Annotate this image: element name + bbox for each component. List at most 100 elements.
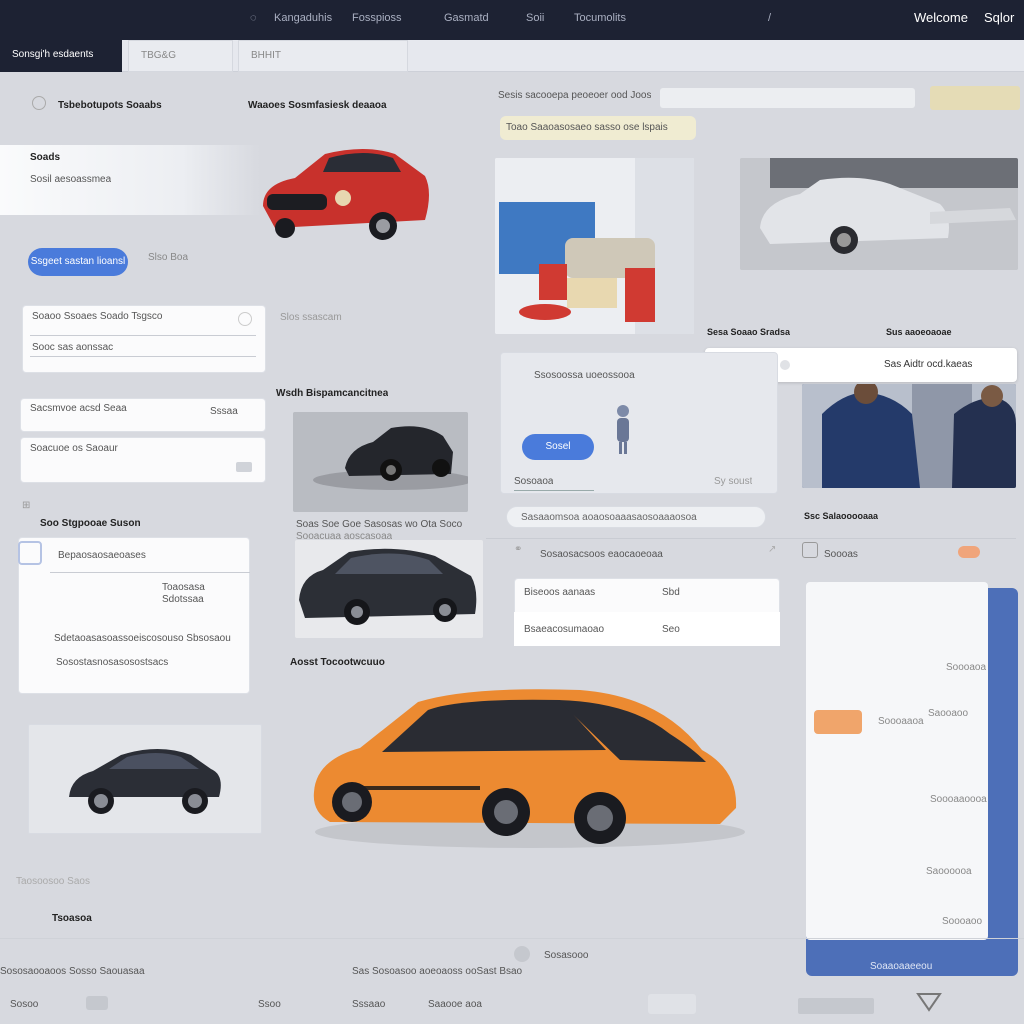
silver-sedan-image[interactable] [740,158,1018,270]
footer-left-b: Tsoasoa [52,913,92,924]
side-item-3[interactable]: Saooaoo [928,708,968,719]
notify-icon: ⚭ [514,544,523,555]
input-card-2-label: Soacuoe os Saoaur [30,443,118,454]
slot-text: Ssosoossa uoeossooa [534,370,635,381]
form-row-2: Sooc sas aonssac [32,342,114,353]
table-row-1-label: Biseoos aanaas [524,587,596,598]
red-car-image[interactable] [255,140,435,250]
badge-icon [958,546,980,558]
table-row-1-value: Sbd [662,587,680,598]
welcome-link[interactable]: Welcome [914,0,968,40]
side-label: Soooas [824,549,858,560]
side-item-4[interactable]: Soooaaoooa [930,794,987,805]
form-divider-2 [30,356,256,357]
nav-item-1[interactable]: Kangaduhis [274,0,332,40]
bottom-item-1[interactable]: Sososaooaoos Sosso Saouasaa [0,966,145,977]
document-icon [18,541,42,565]
tab-tertiary[interactable]: BHHIT [238,40,408,72]
info-icon [32,96,46,110]
bottom-item-2[interactable]: Sas Sosoasoo aoeoaoss ooSast Bsao [352,966,522,977]
details-a: Toaosasa [162,582,205,593]
label-a: Sesa Soaao Sradsa [707,327,791,337]
list-icon: ⊞ [22,500,31,511]
form-row-1: Soaoo Ssoaes Soado Tsgsco [32,311,163,322]
input-card-1-counter: Sssaa [210,406,238,417]
garage-image[interactable] [495,158,694,334]
bottom-button[interactable] [648,994,696,1014]
toggle-icon[interactable] [236,462,252,472]
details-b: Sdotssaa [162,594,204,605]
caption-a: Soas Soe Goe Sasosas wo Ota Soco [296,519,463,530]
tab-secondary[interactable]: TBG&G [128,40,233,72]
popup-text: Sas Aidtr ocd.kaeas [884,359,973,370]
filter-pill-text: Sasaaomsoa aoaosoaaasaosoaaaosoa [521,512,697,523]
bottom-item-4[interactable]: Sosoo [10,999,38,1010]
bottom-item-5[interactable]: Ssoo [258,999,281,1010]
black-sedan-image[interactable] [295,540,483,638]
section-title: Wsdh Bispamcancitnea [276,388,389,399]
side-item-6[interactable]: Soooaoo [942,916,982,927]
slash-divider-icon: / [768,12,772,24]
confirm-button[interactable]: Sosel [522,434,594,460]
details-c: Sdetaoasasoassoeiscosouso Sbsosaou [54,633,231,644]
side-item-2[interactable]: Soooaaoa [878,716,924,727]
promo-subtitle: Sosil aesoassmea [30,174,112,185]
filter-pill[interactable]: Sasaaomsoa aoaosoaaasaosoaaaosoa [506,506,766,528]
sidebar-panel [806,582,988,940]
bottom-avatar-icon [514,946,530,962]
top-navigation-bar [0,0,1024,40]
status-right: Sy soust [714,476,753,487]
nav-item-2[interactable]: Fosspioss [352,0,402,40]
input-card-1-label: Sacsmvoe acsd Seaa [30,403,127,414]
sidebar-orange-button[interactable] [814,710,862,734]
edit-icon[interactable] [238,312,252,326]
label-b: Sus aaoeoaoae [886,327,952,337]
notify-text: Sosaosacsoos eaocaoeoaa [540,549,663,560]
person-figure-icon [612,404,634,454]
section-divider [486,538,1016,539]
table-row-2-label: Bsaeacosumaoao [524,624,605,635]
popup-dot-icon [780,360,790,370]
bottom-card-icon[interactable] [86,996,108,1010]
bottom-item-6[interactable]: Sssaao [352,999,385,1010]
table-row-2-value: Seo [662,624,680,635]
link-icon[interactable]: ↗ [768,544,776,555]
sedan-thumbnail[interactable] [28,724,262,834]
side-item-5[interactable]: Saoooooa [926,866,972,877]
bottom-item-7[interactable]: Saaooe aoa [428,999,482,1010]
nav-item-5[interactable]: Tocumolits [574,0,626,40]
tab-active[interactable]: Sonsgi'h esdaents [0,40,122,72]
section-b-title: Aosst Tocootwcuuo [290,657,385,668]
nav-item-4[interactable]: Soii [526,0,544,40]
side-item-1[interactable]: Soooaoa [946,662,986,673]
bottom-item-3[interactable]: Sosasooo [544,950,588,961]
hero-subcaption: Slos ssascam [280,312,342,323]
primary-action-button[interactable]: Ssgeet sastan lioansl [28,248,128,276]
bottom-divider [0,938,1024,939]
search-input[interactable] [660,88,915,108]
folder-icon [802,542,818,558]
profile-title: Ssc Salaooooaaa [804,511,879,521]
diamond-icon[interactable] [914,988,944,1014]
details-d: Sosostasnosasosostsacs [56,657,169,668]
hero-caption: Waaoes Sosmfasiesk deaaoa [248,100,387,111]
promo-title: Soads [30,152,61,163]
status-text: Sosoaoa [514,476,554,487]
secondary-link[interactable]: Slso Boa [148,252,188,263]
orange-car-image[interactable] [300,672,750,872]
footer-left-a: Taosoosoo Saos [16,876,90,887]
dark-sportscar-image[interactable] [293,412,468,512]
bottom-tag[interactable] [798,998,874,1014]
people-image[interactable] [802,384,1016,488]
search-button[interactable] [930,86,1020,110]
notice-text: Toao Saaoasosaeo sasso ose lspais [506,122,668,133]
details-divider [50,572,250,573]
sidebar-footer: Soaaoaaeeou [870,961,933,972]
signin-link[interactable]: Sqlor [984,0,1014,40]
nav-home-icon[interactable]: ◌ [250,0,257,40]
list-title: Soo Stgpooae Suson [40,518,141,529]
left-header: Tsbebotupots Soaabs [58,100,162,111]
form-divider [30,335,256,336]
nav-item-3[interactable]: Gasmatd [444,0,489,40]
search-label: Sesis sacooepa peoeoer ood Joos [498,90,652,101]
